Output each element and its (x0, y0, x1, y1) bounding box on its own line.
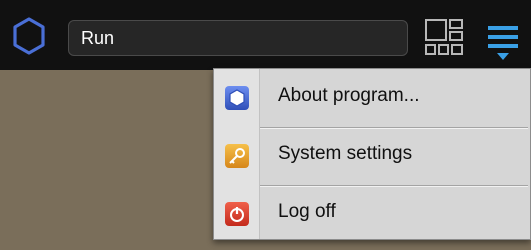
menu-item-label: System settings (278, 143, 413, 164)
hamburger-icon (488, 26, 518, 30)
dropdown-menu: About program... System settings Log off (213, 68, 531, 240)
run-input[interactable] (68, 20, 408, 56)
menu-item-label: About program... (278, 85, 420, 106)
menu-button[interactable] (483, 20, 523, 62)
menu-separator (260, 127, 528, 129)
hexagon-logo-icon[interactable] (12, 17, 46, 55)
menu-item-label: Log off (278, 201, 336, 222)
key-icon (225, 144, 249, 168)
menu-separator (260, 185, 528, 187)
hexagon-icon (225, 86, 249, 110)
hamburger-bar (488, 35, 518, 39)
power-icon (225, 202, 249, 226)
menu-item-log-off[interactable]: Log off (214, 188, 530, 240)
hamburger-bar (488, 44, 518, 48)
menu-item-system-settings[interactable]: System settings (214, 130, 530, 182)
menu-item-about[interactable]: About program... (214, 72, 530, 124)
tiles-icon[interactable] (425, 19, 464, 57)
top-bar (0, 0, 531, 70)
dropdown-arrow-icon (497, 53, 509, 60)
